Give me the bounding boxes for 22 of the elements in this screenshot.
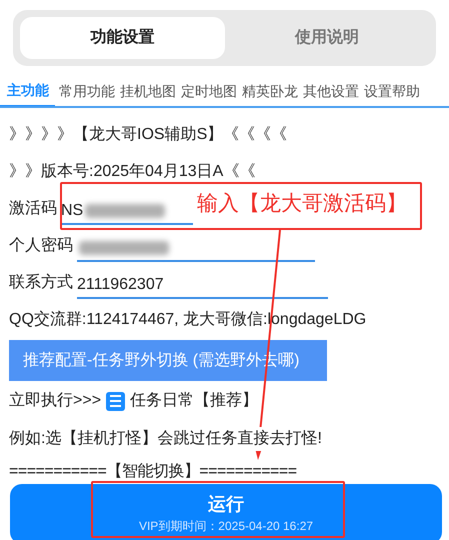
tab[interactable]: 其他设置 xyxy=(302,76,360,106)
run-button[interactable]: 运行 VIP到期时间：2025-04-20 16:27 xyxy=(10,484,442,540)
tab[interactable]: 常用功能 xyxy=(58,76,116,106)
header-text: 》》》》【龙大哥IOS辅助S】《《《《 xyxy=(9,124,288,144)
annotation-text: 输入【龙大哥激活码】 xyxy=(197,191,407,217)
task-option[interactable]: 任务日常【推荐】 xyxy=(130,389,258,413)
header-text: 》》版本号:2025年04月13日A《《 xyxy=(9,162,256,182)
input-field[interactable]: 2111962307 xyxy=(77,272,328,298)
field-label: 联系方式 xyxy=(9,272,73,292)
tab[interactable]: 精英卧龙 xyxy=(241,76,299,106)
note-text: 例如:选【挂机打怪】会跳过任务直接去打怪! xyxy=(9,426,322,450)
tab[interactable]: 挂机地图 xyxy=(119,76,177,106)
segment-tab[interactable]: 使用说明 xyxy=(224,17,429,59)
tab[interactable]: 定时地图 xyxy=(180,76,238,106)
execute-label: 立即执行>>> xyxy=(9,390,102,411)
menu-icon[interactable] xyxy=(106,392,126,410)
segment-tab[interactable]: 功能设置 xyxy=(20,17,224,59)
tab[interactable]: 设置帮助 xyxy=(363,76,421,106)
field-label: 激活码 xyxy=(9,198,57,218)
field-label: 个人密码 xyxy=(9,236,73,256)
input-field[interactable]: NS xyxy=(61,198,193,224)
divider-text: ===========【智能切换】=========== xyxy=(9,462,297,482)
